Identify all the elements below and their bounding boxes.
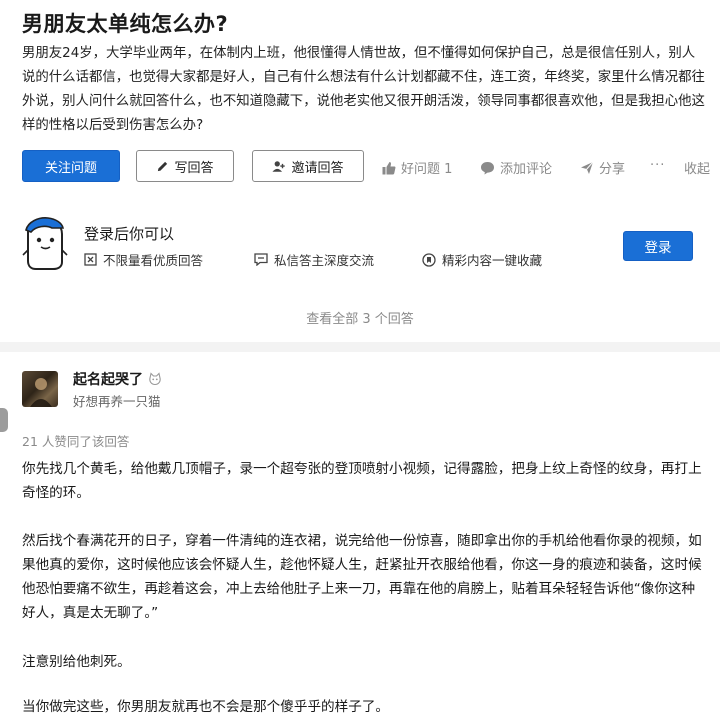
view-all-answers-link[interactable]: 查看全部 3 个回答	[0, 308, 720, 327]
add-comment-button[interactable]: 添加评论	[480, 158, 552, 177]
scroll-handle[interactable]	[0, 408, 8, 432]
invite-answer-button[interactable]: 邀请回答	[252, 150, 364, 182]
login-button-label: 登录	[644, 240, 672, 256]
collapse-button[interactable]: 收起	[684, 158, 710, 177]
perk-label: 不限量看优质回答	[103, 253, 204, 268]
collapse-label: 收起	[684, 162, 711, 177]
question-actions: 关注问题 写回答 邀请回答 好问题 1 添加评论 分享 ··· 收起	[22, 150, 712, 184]
cat-emoji-icon	[148, 372, 162, 386]
share-button[interactable]: 分享	[580, 158, 625, 177]
question-title: 男朋友太单纯怎么办?	[22, 12, 229, 36]
section-divider	[0, 342, 720, 352]
invite-answer-label: 邀请回答	[291, 160, 344, 176]
write-answer-button[interactable]: 写回答	[136, 150, 234, 182]
author-name-text: 起名起哭了	[73, 372, 143, 388]
answer-paragraph: 然后找个春满花开的日子，穿着一件清纯的连衣裙，说完给他一份惊喜，随即拿出你的手机…	[22, 533, 702, 621]
good-question-label: 好问题 1	[401, 162, 453, 177]
perk-unlimited-answers: 不限量看优质回答	[84, 250, 203, 269]
comment-bubble-icon	[480, 161, 495, 175]
good-question-button[interactable]: 好问题 1	[382, 158, 452, 177]
write-answer-label: 写回答	[174, 160, 214, 176]
answer-paragraph: 当你做完这些，你男朋友就再也不会是那个傻乎乎的样子了。	[22, 699, 390, 715]
question-page: 男朋友太单纯怎么办? 男朋友24岁，大学毕业两年，在体制内上班，他很懂得人情世故…	[0, 0, 720, 725]
more-button[interactable]: ···	[650, 158, 665, 173]
perk-label: 私信答主深度交流	[274, 253, 375, 268]
login-button[interactable]: 登录	[623, 231, 693, 261]
vote-count: 21 人赞同了该回答	[22, 434, 130, 449]
author-bio: 好想再养一只猫	[73, 394, 161, 409]
mascot-illustration	[22, 216, 68, 272]
login-prompt-card: 登录后你可以 不限量看优质回答 私信答主深度交流 精彩内容一键收藏 登录	[22, 214, 712, 274]
perk-bookmark: 精彩内容一键收藏	[422, 250, 542, 269]
perk-private-message: 私信答主深度交流	[254, 250, 374, 269]
paper-plane-icon	[580, 161, 594, 175]
question-description: 男朋友24岁，大学毕业两年，在体制内上班，他很懂得人情世故，但不懂得如何保护自己…	[22, 46, 705, 133]
share-label: 分享	[599, 162, 626, 177]
follow-question-button[interactable]: 关注问题	[22, 150, 120, 182]
follow-question-label: 关注问题	[44, 160, 97, 176]
answer-paragraph: 你先找几个黄毛，给他戴几顶帽子，录一个超夸张的登顶喷射小视频，记得露脸，把身上纹…	[22, 461, 702, 501]
add-comment-label: 添加评论	[500, 162, 553, 177]
pen-icon	[156, 160, 169, 173]
author-name[interactable]: 起名起哭了	[73, 369, 162, 389]
answer-paragraph: 注意别给他刺死。	[22, 654, 131, 670]
message-icon	[254, 253, 268, 266]
add-user-icon	[272, 160, 286, 173]
unlimited-icon	[84, 253, 97, 266]
login-prompt-title: 登录后你可以	[84, 225, 175, 243]
thumbs-up-icon	[382, 161, 396, 175]
avatar[interactable]	[22, 371, 58, 407]
bookmark-icon	[422, 252, 436, 267]
more-label: ···	[650, 158, 666, 173]
perk-label: 精彩内容一键收藏	[442, 253, 543, 268]
